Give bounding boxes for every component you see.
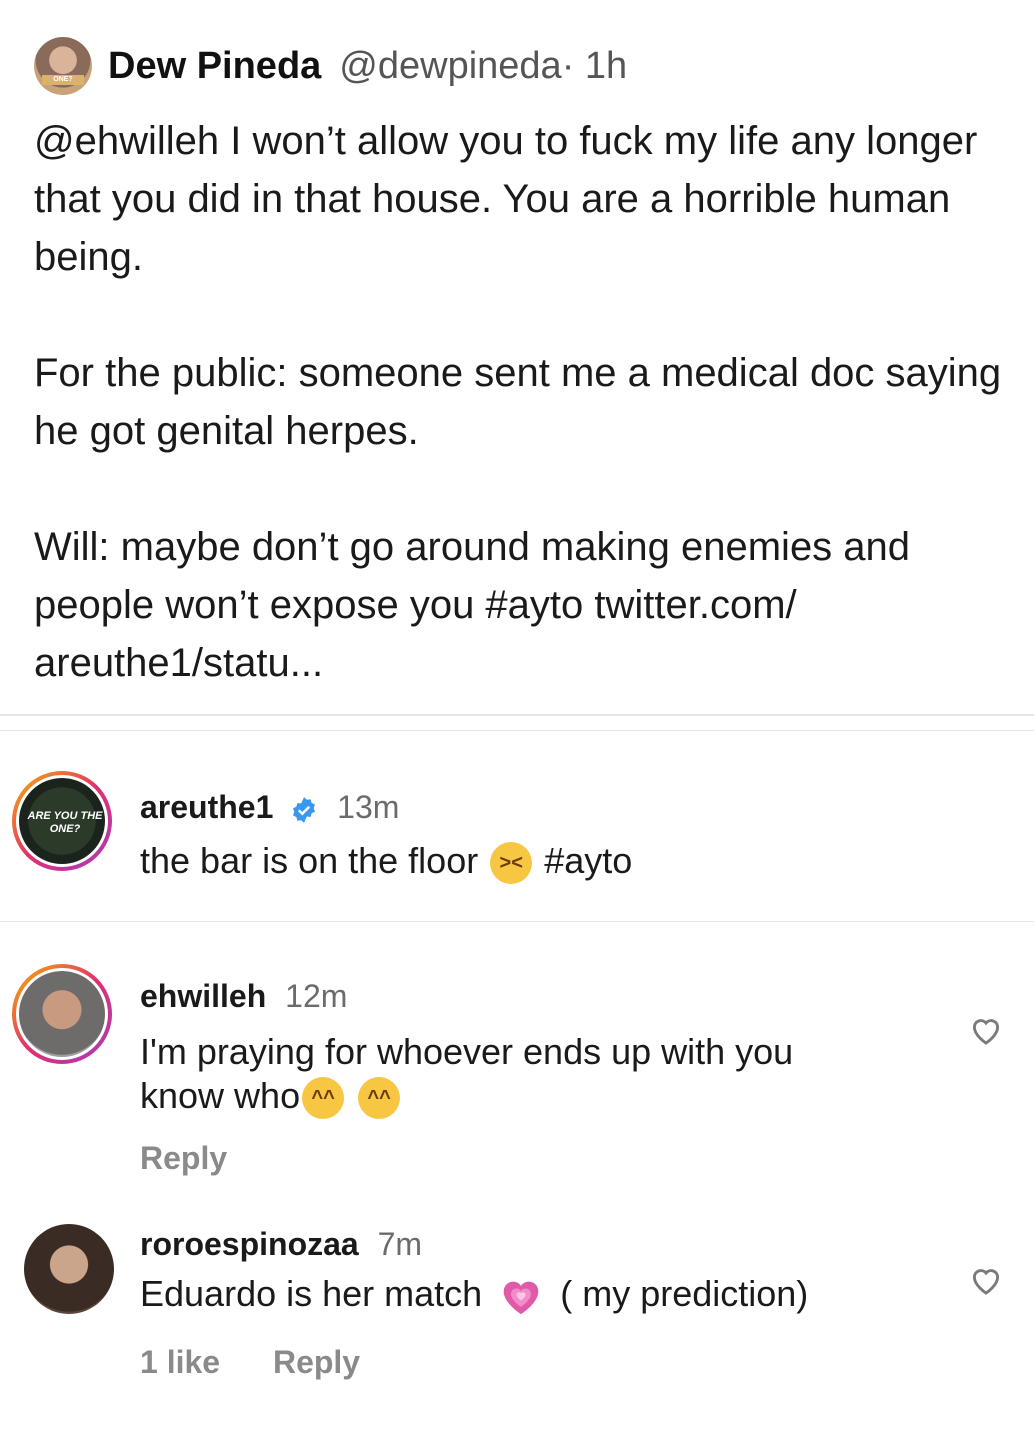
comment-header: roroespinozaa 7m [140,1226,422,1263]
like-heart-icon[interactable] [968,1264,1004,1296]
verified-badge-icon [293,796,316,823]
comment-time: 7m [377,1226,423,1262]
tweet-avatar[interactable]: ONE? [34,37,92,95]
reply-button[interactable]: Reply [140,1140,227,1176]
comment-avatar[interactable]: ARE YOU THE ONE? [12,771,112,871]
comment-body: Eduardo is her match [140,1273,483,1314]
tweet-header: ONE? Dew Pineda @dewpineda · 1h [34,36,627,96]
tweet-author-name[interactable]: Dew Pineda [108,45,321,88]
reply-button[interactable]: Reply [273,1344,360,1380]
tweet-card: ONE? Dew Pineda @dewpineda · 1h @ehwille… [0,0,1034,716]
comment-header: areuthe1 13m [140,789,399,826]
tears-of-joy-emoji-icon: ^^ [302,1077,345,1120]
avatar-badge: ONE? [42,75,84,85]
comment-body-line-2-wrap: know who ^^ ^^ [140,1074,793,1120]
comment-avatar[interactable] [24,1224,114,1314]
comment-item: ehwilleh 12m I'm praying for whoever end… [0,922,1034,1210]
tired-face-emoji-icon: >< [490,842,533,885]
tweet-timestamp: · 1h [561,44,628,87]
comment-item: roroespinozaa 7m Eduardo is her match ( … [0,1210,1034,1450]
divider [0,716,1034,731]
comment-time: 12m [285,978,348,1014]
comment-time: 13m [337,789,400,825]
growing-heart-emoji-icon [503,1282,539,1315]
comment-body: the bar is on the floor [140,840,479,881]
avatar-logo-text: ARE YOU THE ONE? [27,810,103,835]
comment-body-line-2: know who [140,1075,301,1116]
comment-avatar[interactable] [12,964,112,1064]
comment-body-line-1: I'm praying for whoever ends up with you [140,1031,794,1072]
comment-actions: 1 like Reply [140,1344,404,1381]
comment-username[interactable]: areuthe1 [140,789,273,825]
tears-of-joy-emoji-icon: ^^ [358,1077,401,1120]
comment-actions: Reply [140,1140,271,1177]
tweet-text: @ehwilleh I won’t allow you to fuck my l… [34,119,1002,685]
comment-text: I'm praying for whoever ends up with you… [140,1030,794,1120]
hashtag-link[interactable]: #ayto [544,840,632,881]
comment-username[interactable]: ehwilleh [140,978,266,1014]
comment-username[interactable]: roroespinozaa [140,1226,359,1262]
likes-count[interactable]: 1 like [140,1344,220,1380]
comment-item: ARE YOU THE ONE? areuthe1 13m the bar is… [0,731,1034,921]
like-heart-icon[interactable] [968,1014,1004,1046]
tweet-author-handle[interactable]: @dewpineda [339,45,561,88]
comment-text: the bar is on the floor >< #ayto [140,839,632,885]
comment-text: Eduardo is her match ( my prediction) [140,1272,808,1316]
comment-header: ehwilleh 12m [140,978,347,1015]
comment-body-suffix: ( my prediction) [560,1273,809,1314]
